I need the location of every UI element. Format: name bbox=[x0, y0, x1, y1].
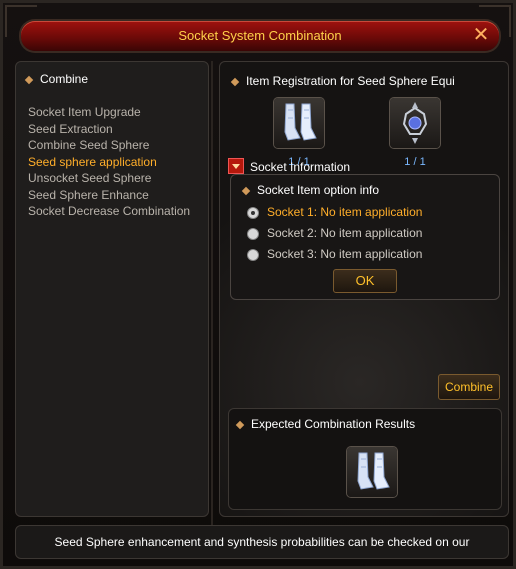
radio-icon bbox=[247, 248, 259, 261]
close-icon[interactable]: ✕ bbox=[471, 25, 491, 45]
menu-item-combine-seed-sphere[interactable]: Combine Seed Sphere bbox=[28, 137, 190, 154]
results-title-label: Expected Combination Results bbox=[251, 417, 416, 431]
results-box: Expected Combination Results bbox=[228, 408, 502, 510]
menu-item-socket-decrease[interactable]: Socket Decrease Combination bbox=[28, 203, 190, 220]
menu-item-unsocket-seed-sphere[interactable]: Unsocket Seed Sphere bbox=[28, 170, 190, 187]
panel-divider bbox=[211, 61, 213, 531]
socket-info-toggle-button[interactable] bbox=[228, 158, 244, 174]
menu-header-label: Combine bbox=[40, 72, 89, 86]
socket-3-option[interactable]: Socket 3: No item application bbox=[247, 247, 422, 261]
menu-item-socket-item-upgrade[interactable]: Socket Item Upgrade bbox=[28, 104, 190, 121]
info-text: Seed Sphere enhancement and synthesis pr… bbox=[54, 535, 470, 549]
combine-menu: Socket Item Upgrade Seed Extraction Comb… bbox=[28, 104, 190, 220]
bullet-icon bbox=[235, 420, 245, 430]
option-box-title: Socket Item option info bbox=[241, 183, 380, 197]
window-title: Socket System Combination bbox=[178, 28, 342, 43]
bullet-icon bbox=[241, 186, 251, 196]
bullet-icon bbox=[230, 77, 240, 87]
combine-button[interactable]: Combine bbox=[438, 374, 500, 400]
menu-item-seed-sphere-enhance[interactable]: Seed Sphere Enhance bbox=[28, 187, 190, 204]
socket-option-box: Socket Item option info Socket 1: No ite… bbox=[230, 174, 500, 300]
bullet-icon bbox=[24, 75, 34, 85]
boots-icon bbox=[284, 103, 317, 141]
socket-1-label: Socket 1: No item application bbox=[267, 205, 423, 219]
radio-icon bbox=[247, 206, 259, 219]
item-slot-boots[interactable] bbox=[274, 98, 324, 148]
seed-sphere-icon bbox=[402, 102, 428, 144]
socket-3-label: Socket 3: No item application bbox=[267, 247, 423, 261]
registration-title: Item Registration for Seed Sphere Equi bbox=[230, 74, 455, 88]
info-bar: Seed Sphere enhancement and synthesis pr… bbox=[15, 525, 509, 559]
socket-2-option[interactable]: Socket 2: No item application bbox=[247, 226, 422, 240]
results-title: Expected Combination Results bbox=[235, 417, 416, 431]
title-bar: Socket System Combination ✕ bbox=[21, 21, 499, 51]
ok-button[interactable]: OK bbox=[333, 269, 397, 293]
result-item-slot[interactable] bbox=[347, 447, 397, 497]
option-box-title-label: Socket Item option info bbox=[257, 183, 380, 197]
socket-info-title: Socket Information bbox=[250, 160, 351, 174]
seed-sphere-count: 1 / 1 bbox=[404, 156, 426, 168]
application-panel: Item Registration for Seed Sphere Equi 1… bbox=[219, 61, 509, 517]
socket-2-label: Socket 2: No item application bbox=[267, 226, 423, 240]
item-slot-seed-sphere[interactable] bbox=[390, 98, 440, 148]
socket-1-option[interactable]: Socket 1: No item application bbox=[247, 205, 422, 219]
combine-menu-panel: Combine Socket Item Upgrade Seed Extract… bbox=[15, 61, 209, 517]
menu-item-seed-extraction[interactable]: Seed Extraction bbox=[28, 121, 190, 138]
radio-icon bbox=[247, 227, 259, 240]
registration-title-label: Item Registration for Seed Sphere Equi bbox=[246, 74, 455, 88]
window-frame: Socket System Combination ✕ Combine Sock… bbox=[0, 0, 516, 569]
menu-item-seed-sphere-application[interactable]: Seed sphere application bbox=[28, 154, 190, 171]
boots-icon bbox=[357, 452, 390, 490]
menu-header: Combine bbox=[24, 72, 89, 86]
